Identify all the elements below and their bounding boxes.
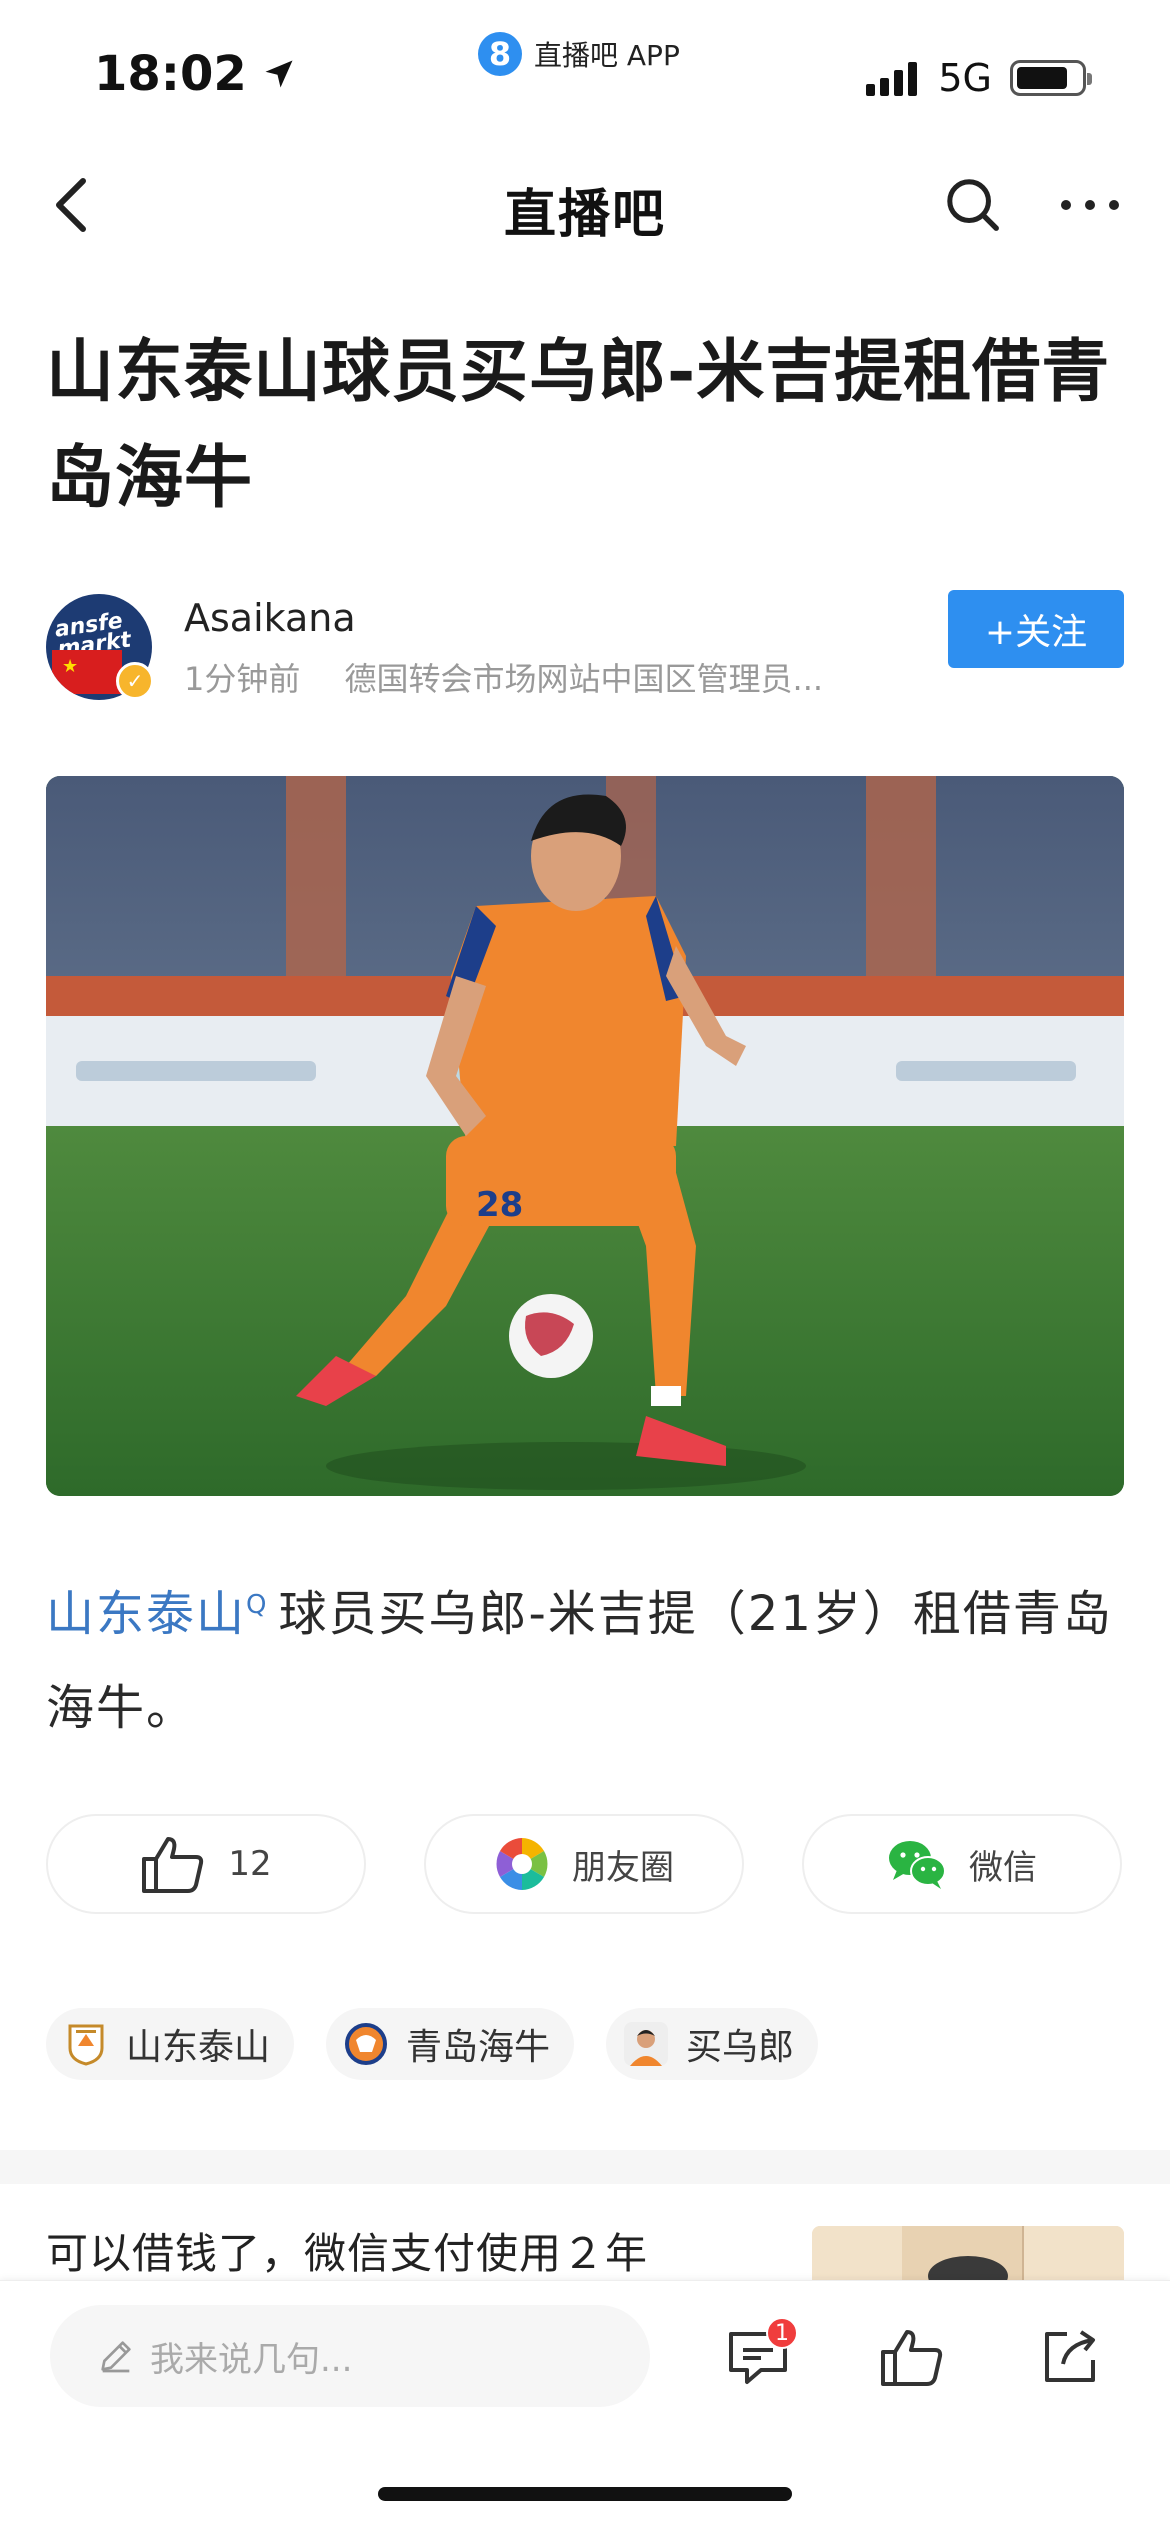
- recommend-thumbnail[interactable]: [812, 2226, 1124, 2286]
- pencil-icon: [101, 2341, 131, 2373]
- status-indicators: 5G: [866, 56, 1092, 100]
- tag-list: 山东泰山 青岛海牛 买乌郎: [46, 2008, 850, 2080]
- status-app-label: 直播吧 APP: [534, 39, 680, 72]
- search-button[interactable]: [938, 170, 1008, 240]
- player-avatar-icon: [624, 2022, 669, 2066]
- share-row: 12 朋友圈 微信: [46, 1814, 1126, 1914]
- comment-input[interactable]: 我来说几句...: [50, 2305, 650, 2407]
- tag-label: 山东泰山: [126, 2027, 271, 2068]
- status-time: 18:02: [94, 46, 247, 102]
- search-icon: [947, 179, 999, 231]
- tag-label: 买乌郎: [686, 2027, 795, 2068]
- tag-shandong-taishan[interactable]: 山东泰山: [46, 2008, 295, 2080]
- tag-player[interactable]: 买乌郎: [606, 2008, 819, 2080]
- battery-icon: [1010, 60, 1092, 96]
- status-bar: 18:02 8 直播吧 APP 5G: [0, 0, 1170, 140]
- share-moments-button[interactable]: 朋友圈: [424, 1814, 744, 1914]
- share-arrow-icon: [1045, 2330, 1095, 2382]
- thumbs-up-icon: [881, 2330, 943, 2386]
- author-meta: 1分钟前 德国转会市场网站中国区管理员...: [184, 654, 823, 700]
- recommend-title[interactable]: 可以借钱了，微信支付使用２年: [46, 2220, 648, 2281]
- verified-badge-icon: ✓: [116, 662, 154, 700]
- article-body: 山东泰山Q 球员买乌郎-米吉提（21岁）租借青岛海牛。: [46, 1558, 1136, 1755]
- author-description: 德国转会市场网站中国区管理员...: [344, 660, 824, 698]
- section-divider: [0, 2150, 1170, 2184]
- china-flag-icon: ★: [52, 650, 122, 694]
- bottom-like-button[interactable]: [872, 2317, 952, 2397]
- recommend-thumbnail-image: [812, 2226, 1124, 2286]
- shandong-taishan-crest-icon: [64, 2022, 108, 2066]
- signal-icon: [866, 60, 922, 96]
- status-time-group: 18:02: [94, 46, 297, 102]
- author-row: ansfe markt ★ ✓ Asaikana 1分钟前 德国转会市场网站中国…: [46, 590, 1126, 710]
- article-title: 山东泰山球员买乌郎-米吉提租借青岛海牛: [46, 333, 1111, 518]
- network-type: 5G: [938, 56, 992, 100]
- team-link-shandong-taishan[interactable]: 山东泰山: [46, 1586, 246, 1642]
- search-link-icon[interactable]: Q: [246, 1590, 268, 1620]
- football-player-image: 28: [46, 776, 1124, 1496]
- tag-qingdao-hainiu[interactable]: 青岛海牛: [326, 2008, 575, 2080]
- home-indicator[interactable]: [378, 2487, 792, 2501]
- comment-placeholder: 我来说几句...: [150, 2339, 353, 2380]
- qingdao-hainiu-crest-icon: [344, 2022, 388, 2066]
- more-button[interactable]: [1050, 170, 1130, 240]
- author-name[interactable]: Asaikana: [184, 596, 356, 640]
- bottom-share-button[interactable]: [1030, 2317, 1110, 2397]
- app-badge-icon: 8: [478, 32, 522, 76]
- moments-label: 朋友圈: [572, 1847, 674, 1888]
- nav-bar: 直播吧: [0, 150, 1170, 260]
- article-photo[interactable]: 28: [46, 776, 1124, 1496]
- follow-button[interactable]: +关注: [948, 590, 1124, 668]
- wechat-icon: [889, 1841, 946, 1889]
- like-button[interactable]: 12: [46, 1814, 366, 1914]
- svg-text:28: 28: [476, 1185, 523, 1225]
- wechat-label: 微信: [969, 1847, 1037, 1888]
- more-horizontal-icon: [1061, 200, 1119, 210]
- status-app-indicator[interactable]: 8 直播吧 APP: [478, 32, 680, 76]
- thumbs-up-icon: [142, 1837, 204, 1893]
- post-time: 1分钟前: [184, 660, 301, 698]
- tag-label: 青岛海牛: [406, 2027, 551, 2068]
- share-wechat-button[interactable]: 微信: [802, 1814, 1122, 1914]
- moments-aperture-icon: [496, 1838, 548, 1890]
- like-count: 12: [228, 1844, 272, 1884]
- comment-count-badge: 1: [766, 2317, 798, 2349]
- location-arrow-icon: [265, 60, 293, 88]
